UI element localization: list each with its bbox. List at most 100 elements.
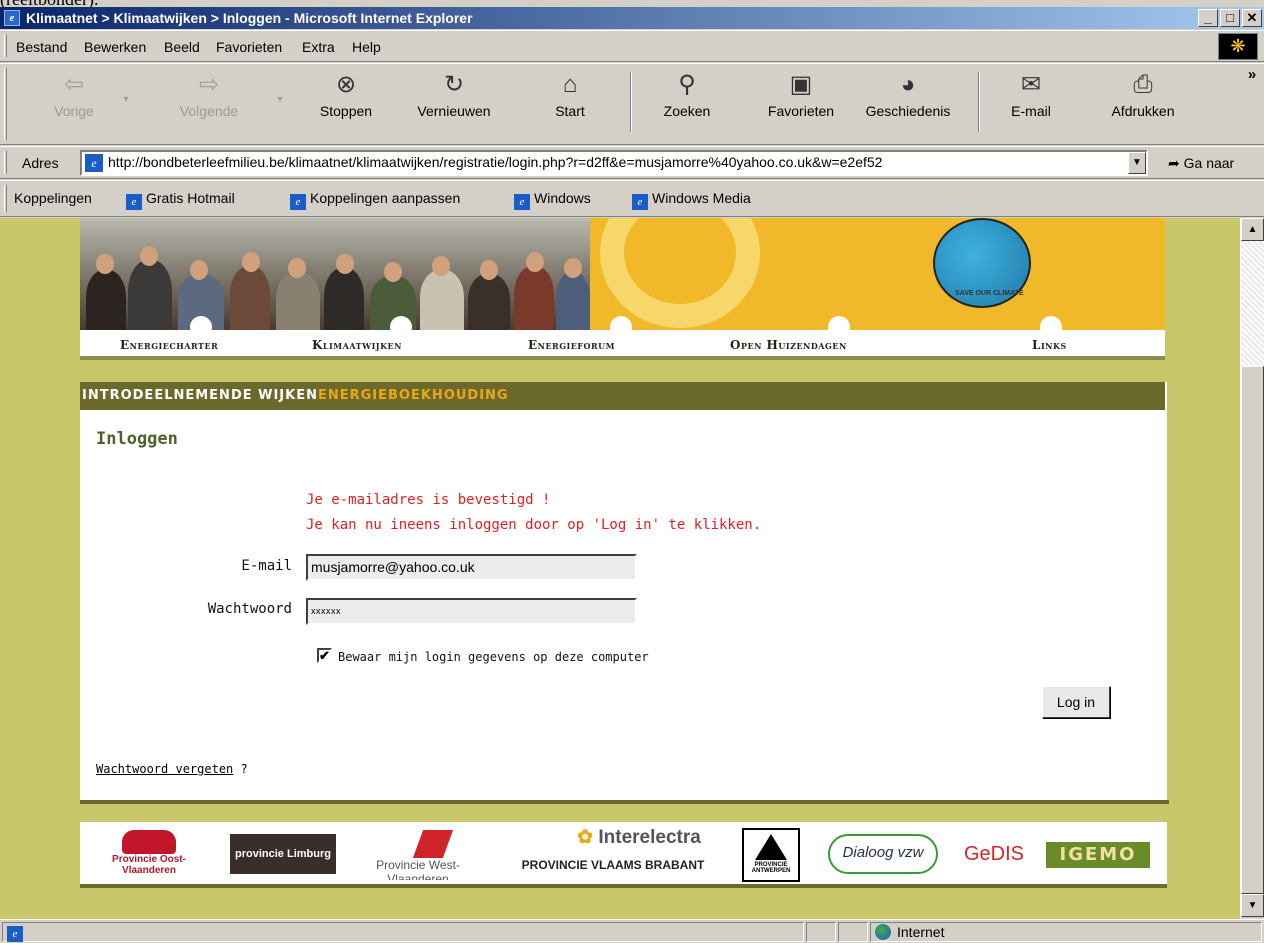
toolbar-grip[interactable]	[4, 185, 7, 212]
login-panel: INTRODEELNEMENDE WIJKENENERGIEBOEKHOUDIN…	[80, 382, 1167, 802]
ie-icon: e	[514, 194, 530, 210]
nav-links[interactable]: Links	[1032, 338, 1067, 352]
go-arrow-icon: ➦	[1168, 155, 1180, 171]
remember-checkbox[interactable]: ✔	[317, 648, 332, 663]
login-hint-message: Je kan nu ineens inloggen door op 'Log i…	[306, 517, 762, 533]
menu-help[interactable]: Help	[352, 39, 381, 55]
ie-icon: e	[126, 194, 142, 210]
mail-button[interactable]: ✉ E-mail	[996, 70, 1066, 119]
globe-logo: SAVE OUR CLIMATE	[933, 218, 1031, 308]
section-bar-part1[interactable]: INTRODEELNEMENDE WIJKEN	[82, 388, 318, 403]
antwerpen-mark	[755, 834, 787, 860]
password-field[interactable]: xxxxxx	[306, 598, 637, 625]
mail-label: E-mail	[1011, 103, 1051, 119]
address-input[interactable]: e http://bondbeterleefmilieu.be/klimaatn…	[80, 150, 1148, 176]
toolbar-more-chevron-icon[interactable]: »	[1244, 66, 1260, 83]
zone-label: Internet	[897, 924, 945, 940]
search-button[interactable]: ⚲ Zoeken	[652, 70, 722, 119]
sponsor-name: Provincie West-Vlaanderen	[376, 858, 460, 880]
favorites-label: Favorieten	[767, 103, 835, 119]
search-label: Zoeken	[663, 103, 711, 119]
ie-icon: e	[4, 10, 20, 26]
nav-energiecharter[interactable]: Energiecharter	[120, 338, 218, 352]
windows-logo-icon: ❋	[1218, 33, 1258, 60]
banner-dot	[610, 316, 632, 330]
page-status-icon: e	[7, 926, 23, 942]
scroll-up-icon[interactable]: ▲	[1241, 218, 1264, 241]
logo-antwerpen[interactable]: PROVINCIE ANTWERPEN	[742, 828, 800, 882]
vertical-scrollbar[interactable]: ▲ ▼	[1240, 218, 1264, 919]
logo-oost-vlaanderen[interactable]: Provincie Oost-Vlaanderen	[94, 830, 204, 880]
back-arrow-icon: ⇦	[63, 71, 85, 98]
print-button[interactable]: ⎙ Afdrukken	[1096, 70, 1190, 119]
print-icon: ⎙	[1133, 71, 1153, 98]
stop-button[interactable]: ⊗ Stoppen	[306, 70, 386, 119]
confirmation-message: Je e-mailadres is bevestigd !	[306, 492, 551, 508]
refresh-icon: ↻	[443, 71, 465, 98]
forward-dropdown-icon[interactable]: ▾	[272, 94, 288, 105]
link-koppelingen-aanpassen[interactable]: e Koppelingen aanpassen	[290, 190, 460, 210]
logo-west-vlaanderen[interactable]: Provincie West-Vlaanderen	[348, 830, 488, 880]
logo-limburg[interactable]: provincie Limburg	[230, 834, 336, 874]
menu-favorieten[interactable]: Favorieten	[216, 39, 282, 55]
section-bar-part2[interactable]: ENERGIEBOEKHOUDING	[318, 388, 509, 403]
link-windows[interactable]: e Windows	[514, 190, 591, 210]
west-vlaanderen-mark	[412, 830, 454, 858]
favorites-button[interactable]: ▣ Favorieten	[756, 70, 846, 119]
page-icon: e	[85, 154, 103, 172]
back-dropdown-icon[interactable]: ▾	[118, 94, 134, 105]
go-button[interactable]: ➦ Ga naar	[1168, 155, 1234, 172]
maximize-button[interactable]: □	[1220, 9, 1240, 27]
toolbar-grip[interactable]	[4, 35, 7, 57]
forgot-password-link[interactable]: Wachtwoord vergeten	[96, 762, 233, 776]
scroll-down-icon[interactable]: ▼	[1241, 894, 1264, 917]
menu-bestand[interactable]: Bestand	[16, 39, 67, 55]
toolbar-grip[interactable]	[4, 68, 7, 140]
toolbar-separator	[978, 72, 980, 132]
security-zone: Internet	[870, 922, 1262, 942]
link-gratis-hotmail[interactable]: e Gratis Hotmail	[126, 190, 235, 210]
logo-igemo[interactable]: IGEMO	[1046, 842, 1150, 868]
close-button[interactable]: ✕	[1242, 9, 1262, 27]
menu-beeld[interactable]: Beeld	[164, 39, 200, 55]
back-button[interactable]: ⇦ Vorige	[44, 70, 104, 119]
favorites-icon: ▣	[789, 71, 813, 98]
sponsor-name: PROVINCIE ANTWERPEN	[751, 862, 791, 874]
status-text-pane: e	[2, 922, 804, 942]
forward-button[interactable]: ⇨ Volgende	[164, 70, 254, 119]
login-button[interactable]: Log in	[1042, 686, 1110, 718]
link-windows-media[interactable]: e Windows Media	[632, 190, 751, 210]
history-button[interactable]: ◕ Geschiedenis	[856, 70, 960, 119]
scroll-thumb[interactable]	[1241, 366, 1264, 894]
address-dropdown-icon[interactable]: ▼	[1128, 152, 1146, 174]
sponsor-name: IGEMO	[1059, 844, 1137, 865]
title-bar: e Klimaatnet > Klimaatwijken > Inloggen …	[0, 7, 1264, 29]
home-label: Start	[555, 103, 585, 119]
sponsor-name: PROVINCIE VLAAMS BRABANT	[521, 858, 705, 872]
status-pane	[838, 922, 868, 942]
logo-vlaams-brabant[interactable]: PROVINCIE VLAAMS BRABANT	[500, 858, 726, 882]
banner-dot	[1040, 316, 1062, 330]
minimize-button[interactable]: _	[1198, 9, 1218, 27]
logo-gedis[interactable]: GeDIS	[948, 834, 1040, 874]
back-label: Vorige	[54, 103, 94, 119]
email-field[interactable]: musjamorre@yahoo.co.uk	[306, 554, 637, 581]
go-label: Ga naar	[1183, 155, 1235, 171]
menu-extra[interactable]: Extra	[302, 39, 335, 55]
menu-bewerken[interactable]: Bewerken	[84, 39, 146, 55]
logo-dialoog[interactable]: Dialoog vzw	[828, 834, 938, 874]
toolbar-grip[interactable]	[4, 151, 7, 174]
window-title: Klimaatnet > Klimaatwijken > Inloggen - …	[26, 10, 473, 26]
nav-klimaatwijken[interactable]: Klimaatwijken	[312, 338, 402, 352]
nav-energieforum[interactable]: Energieforum	[528, 338, 615, 352]
home-button[interactable]: ⌂ Start	[540, 70, 600, 119]
refresh-label: Vernieuwen	[417, 103, 491, 119]
ie-icon: e	[290, 194, 306, 210]
nav-open-huizendagen[interactable]: Open Huizendagen	[730, 338, 847, 352]
refresh-button[interactable]: ↻ Vernieuwen	[404, 70, 504, 119]
sponsor-name: provincie Limburg	[235, 848, 331, 860]
status-pane	[806, 922, 836, 942]
logo-interelectra[interactable]: ✿ Interelectra	[554, 826, 724, 850]
scroll-track[interactable]	[1241, 241, 1264, 366]
interelectra-mark: ✿	[577, 827, 599, 848]
